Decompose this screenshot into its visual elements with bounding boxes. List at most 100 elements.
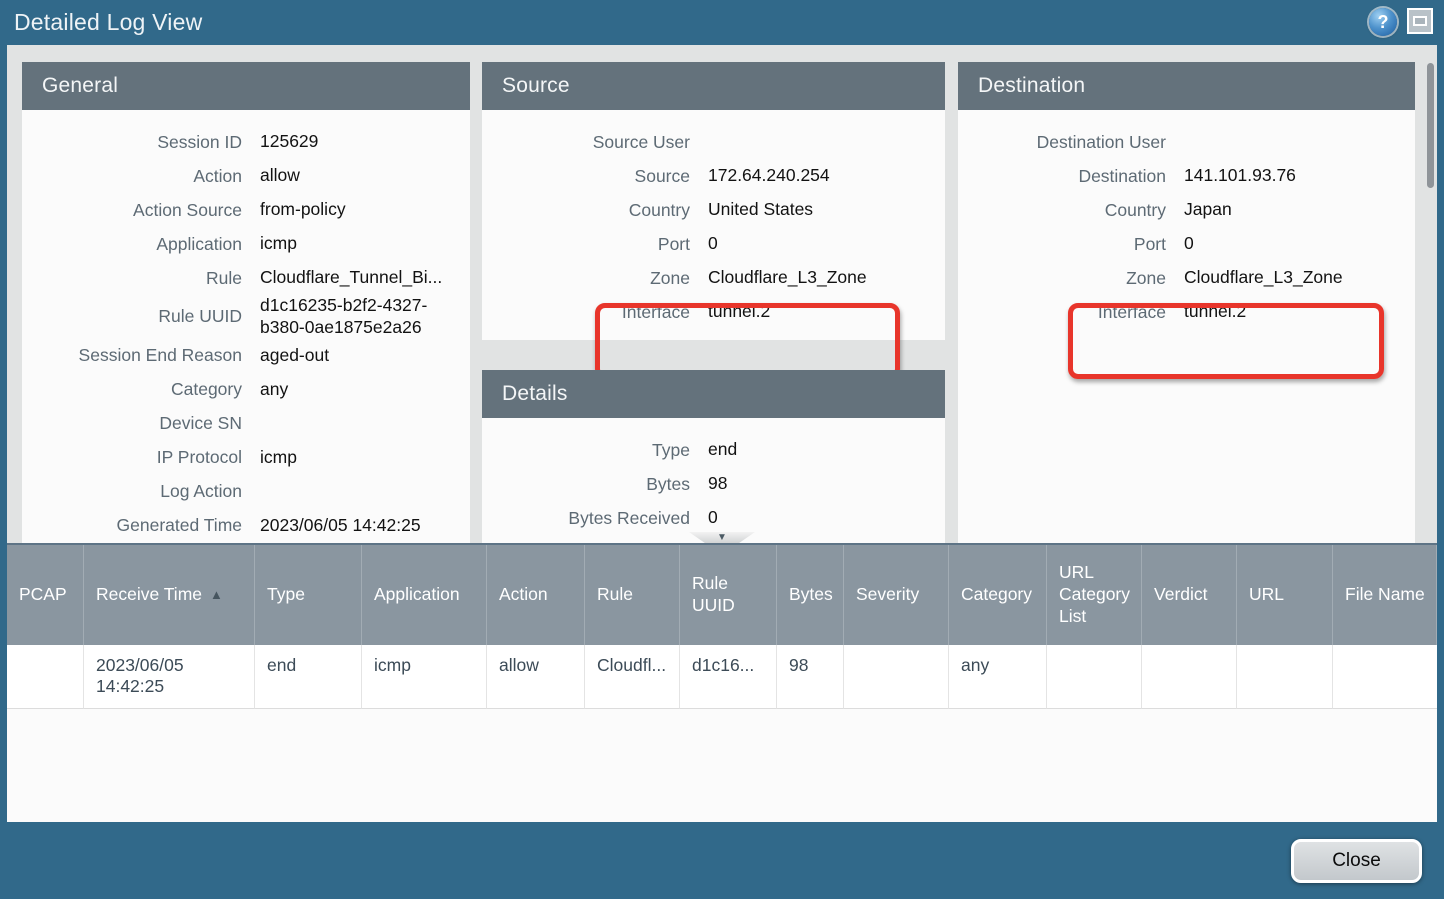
field-value: Cloudflare_Tunnel_Bi... (260, 267, 442, 289)
field-label: Generated Time (30, 515, 242, 536)
chevron-down-icon: ▼ (717, 533, 727, 543)
field-row-ip-protocol: IP Protocol icmp (30, 441, 460, 475)
column-header-verdict[interactable]: Verdict (1142, 545, 1237, 645)
column-header-url-category-list[interactable]: URL Category List (1047, 545, 1142, 645)
table-cell-verdict[interactable] (1142, 645, 1237, 709)
panel-source-title: Source (482, 62, 945, 110)
table-cell-url[interactable] (1237, 645, 1333, 709)
table-cell-receive-time[interactable]: 2023/06/05 14:42:25 (84, 645, 255, 709)
field-label: Zone (966, 268, 1166, 289)
field-label: Rule (30, 268, 242, 289)
table-cell-pcap[interactable] (7, 645, 84, 709)
field-value: tunnel.2 (1184, 301, 1246, 323)
field-row-source-country: Country United States (490, 193, 935, 227)
window-restore-icon[interactable] (1407, 8, 1433, 34)
column-header-type[interactable]: Type (255, 545, 362, 645)
field-row-rule-uuid: Rule UUID d1c16235-b2f2-4327-b380-0ae187… (30, 295, 460, 339)
vertical-scrollbar[interactable] (1424, 51, 1437, 537)
field-label: Bytes Received (490, 508, 690, 529)
column-header-application[interactable]: Application (362, 545, 487, 645)
field-label: Source (490, 166, 690, 187)
field-row-source: Source 172.64.240.254 (490, 159, 935, 193)
field-label: Port (966, 234, 1166, 255)
table-cell-rule[interactable]: Cloudfl... (585, 645, 680, 709)
panel-general: General Session ID 125629 Action allow A… (22, 62, 470, 543)
sort-ascending-icon: ▲ (210, 587, 223, 603)
field-row-action-source: Action Source from-policy (30, 193, 460, 227)
field-row-destination-country: Country Japan (966, 193, 1405, 227)
field-row-bytes: Bytes 98 (490, 467, 935, 501)
table-cell-application[interactable]: icmp (362, 645, 487, 709)
field-label: Interface (490, 302, 690, 323)
log-table-section: PCAP Receive Time ▲ Type Application Acti… (7, 543, 1437, 822)
field-label: IP Protocol (30, 447, 242, 468)
field-row-type: Type end (490, 433, 935, 467)
field-row-category: Category any (30, 373, 460, 407)
table-cell-severity[interactable] (844, 645, 949, 709)
field-label: Rule UUID (30, 306, 242, 327)
column-header-label: Rule (597, 584, 633, 606)
field-row-session-end-reason: Session End Reason aged-out (30, 339, 460, 373)
panel-details-body: Type end Bytes 98 Bytes Received 0 (482, 418, 945, 543)
column-header-category[interactable]: Category (949, 545, 1047, 645)
window-restore-icon-inner (1413, 16, 1427, 26)
column-header-receive-time[interactable]: Receive Time ▲ (84, 545, 255, 645)
field-value: Japan (1184, 199, 1232, 221)
field-value: Cloudflare_L3_Zone (708, 267, 867, 289)
vertical-scrollbar-thumb[interactable] (1427, 63, 1434, 188)
column-header-rule-uuid[interactable]: Rule UUID (680, 545, 777, 645)
column-header-bytes[interactable]: Bytes (777, 545, 844, 645)
field-value: icmp (260, 447, 297, 469)
field-value: 0 (1184, 233, 1194, 255)
panel-destination: Destination Destination User Destination… (958, 62, 1415, 543)
panel-destination-body: Destination User Destination 141.101.93.… (958, 110, 1415, 341)
field-value: allow (260, 165, 300, 187)
field-value: 172.64.240.254 (708, 165, 830, 187)
field-value: end (708, 439, 737, 461)
table-cell-category[interactable]: any (949, 645, 1047, 709)
field-label: Application (30, 234, 242, 255)
field-label: Type (490, 440, 690, 461)
log-table: PCAP Receive Time ▲ Type Application Acti… (7, 545, 1437, 709)
column-header-label: Category (961, 584, 1032, 606)
field-row-destination-zone: Zone Cloudflare_L3_Zone (966, 261, 1405, 295)
column-header-severity[interactable]: Severity (844, 545, 949, 645)
column-header-pcap[interactable]: PCAP (7, 545, 84, 645)
column-header-label: PCAP (19, 584, 67, 606)
panel-details-title: Details (482, 370, 945, 418)
field-label: Bytes (490, 474, 690, 495)
table-cell-bytes[interactable]: 98 (777, 645, 844, 709)
column-header-rule[interactable]: Rule (585, 545, 680, 645)
column-header-label: Type (267, 584, 305, 606)
close-button[interactable]: Close (1291, 839, 1422, 883)
field-label: Port (490, 234, 690, 255)
help-icon[interactable]: ? (1369, 8, 1397, 36)
field-label: Zone (490, 268, 690, 289)
field-row-destination-interface: Interface tunnel.2 (966, 295, 1405, 329)
column-header-label: Application (374, 584, 460, 606)
column-header-url[interactable]: URL (1237, 545, 1333, 645)
table-cell-url-category-list[interactable] (1047, 645, 1142, 709)
field-label: Device SN (30, 413, 242, 434)
table-cell-action[interactable]: allow (487, 645, 585, 709)
field-row-source-port: Port 0 (490, 227, 935, 261)
panel-general-body: Session ID 125629 Action allow Action So… (22, 110, 470, 543)
field-row-log-action: Log Action (30, 475, 460, 509)
field-label: Destination (966, 166, 1166, 187)
field-value: icmp (260, 233, 297, 255)
field-row-destination-user: Destination User (966, 125, 1405, 159)
column-header-label: Receive Time (96, 584, 202, 606)
field-value: tunnel.2 (708, 301, 770, 323)
table-cell-file-name[interactable] (1333, 645, 1437, 709)
column-header-action[interactable]: Action (487, 545, 585, 645)
field-value: 2023/06/05 14:42:25 (260, 515, 421, 537)
field-label: Action (30, 166, 242, 187)
panel-source-body: Source User Source 172.64.240.254 Countr… (482, 110, 945, 341)
field-label: Source User (490, 132, 690, 153)
field-row-bytes-received: Bytes Received 0 (490, 501, 935, 535)
table-cell-type[interactable]: end (255, 645, 362, 709)
field-value: any (260, 379, 288, 401)
column-header-label: File Name (1345, 584, 1425, 606)
column-header-file-name[interactable]: File Name (1333, 545, 1437, 645)
table-cell-rule-uuid[interactable]: d1c16... (680, 645, 777, 709)
